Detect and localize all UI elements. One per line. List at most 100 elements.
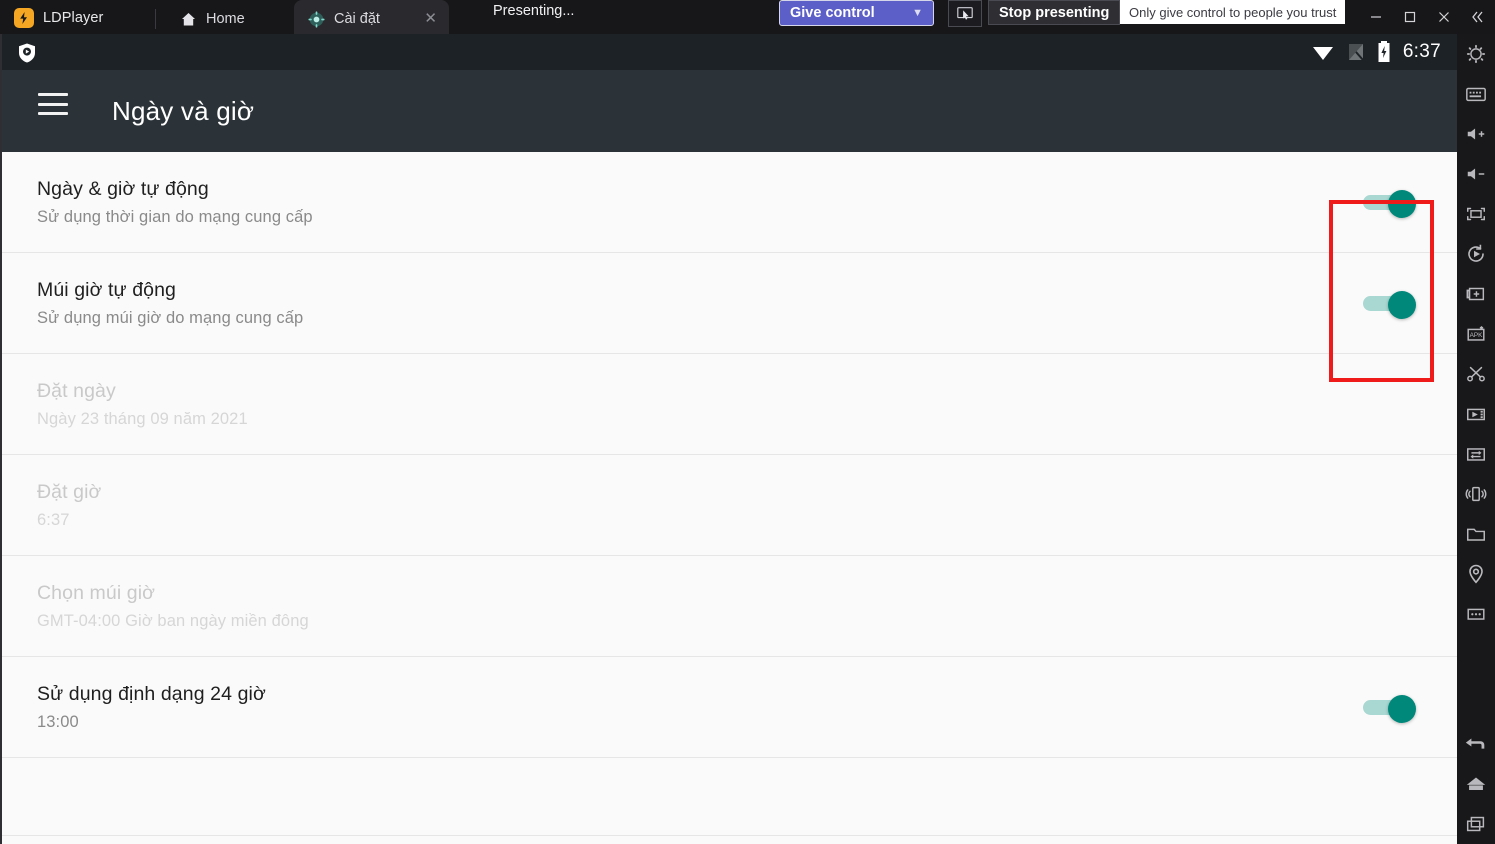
ldplayer-logo-icon	[14, 8, 34, 28]
list-item-set-date: Đặt ngày Ngày 23 tháng 09 năm 2021	[2, 354, 1459, 455]
shake-device-icon	[1465, 486, 1487, 502]
sidebar-item-fullscreen[interactable]	[1457, 194, 1495, 234]
maximize-button[interactable]	[1393, 0, 1427, 34]
sidebar-item-add-screen[interactable]	[1457, 274, 1495, 314]
collapse-button[interactable]	[1461, 0, 1495, 34]
give-cursor-control-icon	[957, 6, 973, 20]
app-brand: LDPlayer	[14, 8, 103, 28]
toggle-auto-datetime[interactable]	[1363, 190, 1419, 218]
sidebar-item-screenshot[interactable]	[1457, 354, 1495, 394]
maximize-icon	[1404, 11, 1416, 23]
give-cursor-control-button[interactable]	[948, 0, 982, 27]
window-controls	[1359, 0, 1495, 34]
close-button[interactable]	[1427, 0, 1461, 34]
screen-root: LDPlayer Home Cài đặt ✕ Presenting... Gi…	[0, 0, 1495, 844]
android-screen: 6:37 Ngày và giờ Ngày & giờ tự động Sử d…	[0, 34, 1459, 844]
scissors-screenshot-icon	[1467, 366, 1485, 382]
trust-tooltip: Only give control to people you trust	[1120, 0, 1346, 24]
location-pin-icon	[1469, 564, 1483, 584]
android-statusbar: 6:37	[2, 34, 1459, 70]
back-icon	[1465, 738, 1485, 749]
app-name-label: LDPlayer	[43, 10, 104, 26]
list-empty-row	[2, 836, 1459, 844]
fullscreen-icon	[1467, 207, 1485, 221]
sidebar-item-home[interactable]	[1457, 764, 1495, 804]
list-item-subtitle: Ngày 23 tháng 09 năm 2021	[37, 409, 248, 428]
tab-divider	[155, 9, 156, 29]
toggle-auto-timezone[interactable]	[1363, 291, 1419, 319]
app-bar: Ngày và giờ	[2, 70, 1459, 152]
shield-play-icon	[16, 42, 38, 69]
toggle-thumb	[1388, 695, 1416, 723]
statusbar-indicators: 6:37	[1311, 34, 1441, 70]
sidebar-item-volume-down[interactable]	[1457, 154, 1495, 194]
tab-home-label: Home	[206, 11, 245, 27]
sidebar-item-keyboard[interactable]	[1457, 74, 1495, 114]
toggle-24h-format[interactable]	[1363, 695, 1419, 723]
minimize-button[interactable]	[1359, 0, 1393, 34]
toggle-thumb	[1388, 291, 1416, 319]
list-item-auto-datetime[interactable]: Ngày & giờ tự động Sử dụng thời gian do …	[2, 152, 1459, 253]
sidebar-item-install-apk[interactable]: APK	[1457, 314, 1495, 354]
sidebar-item-video-record[interactable]	[1457, 394, 1495, 434]
close-icon[interactable]: ✕	[424, 11, 437, 27]
home-icon	[180, 11, 197, 28]
list-item-title: Ngày & giờ tự động	[37, 177, 209, 200]
settings-gear-icon	[1466, 44, 1486, 64]
page-title: Ngày và giờ	[112, 95, 255, 126]
sidebar-item-volume-up[interactable]	[1457, 114, 1495, 154]
video-record-icon	[1467, 408, 1485, 421]
list-item-24h-format[interactable]: Sử dụng định dạng 24 giờ 13:00	[2, 657, 1459, 758]
settings-list: Ngày & giờ tự động Sử dụng thời gian do …	[2, 152, 1459, 844]
sidebar-item-folder[interactable]	[1457, 514, 1495, 554]
file-transfer-icon	[1467, 448, 1485, 461]
add-screen-icon	[1466, 287, 1485, 301]
sidebar-item-more[interactable]	[1457, 594, 1495, 634]
rotate-screen-icon	[1468, 244, 1484, 262]
toggle-thumb	[1388, 190, 1416, 218]
folder-icon	[1467, 528, 1485, 541]
list-item-title: Sử dụng định dạng 24 giờ	[37, 682, 266, 705]
volume-down-icon	[1467, 168, 1485, 180]
list-item-title: Múi giờ tự động	[37, 278, 176, 301]
battery-charging-icon	[1377, 41, 1391, 63]
sidebar-item-rotate-screen[interactable]	[1457, 234, 1495, 274]
stop-presenting-button[interactable]: Stop presenting	[988, 0, 1121, 25]
sidebar-item-back[interactable]	[1457, 724, 1495, 764]
volume-up-icon	[1467, 128, 1485, 140]
double-chevron-left-icon	[1472, 11, 1483, 23]
hamburger-menu-icon[interactable]	[38, 93, 68, 115]
list-item-select-timezone: Chọn múi giờ GMT-04:00 Giờ ban ngày miền…	[2, 556, 1459, 657]
list-item-subtitle: Sử dụng thời gian do mạng cung cấp	[37, 207, 313, 226]
list-item-set-time: Đặt giờ 6:37	[2, 455, 1459, 556]
more-options-icon	[1467, 608, 1485, 620]
statusbar-clock: 6:37	[1402, 41, 1441, 62]
list-item-subtitle: 6:37	[37, 510, 70, 529]
list-item-subtitle: Sử dụng múi giờ do mạng cung cấp	[37, 308, 304, 327]
sidebar-item-settings-gear[interactable]	[1457, 34, 1495, 74]
no-sim-icon	[1347, 42, 1365, 62]
list-item-title: Đặt giờ	[37, 480, 102, 503]
home-icon	[1466, 777, 1486, 790]
tab-settings-label: Cài đặt	[334, 11, 380, 27]
sidebar-item-location[interactable]	[1457, 554, 1495, 594]
sidebar-item-file-transfer[interactable]	[1457, 434, 1495, 474]
list-item-subtitle: 13:00	[37, 712, 79, 731]
sidebar-item-recent-apps[interactable]	[1457, 804, 1495, 844]
stop-presenting-label: Stop presenting	[999, 4, 1110, 21]
give-control-button[interactable]: Give control ▼	[779, 0, 934, 26]
svg-text:APK: APK	[1470, 332, 1484, 339]
trust-tooltip-label: Only give control to people you trust	[1129, 4, 1337, 20]
emulator-sidebar: APK	[1457, 34, 1495, 844]
wifi-icon	[1311, 42, 1335, 62]
gear-icon	[308, 10, 325, 28]
sidebar-item-shake-device[interactable]	[1457, 474, 1495, 514]
presenting-status: Presenting...	[493, 3, 575, 19]
tab-settings[interactable]: Cài đặt ✕	[294, 0, 449, 38]
give-control-label: Give control	[790, 5, 875, 21]
close-icon	[1439, 12, 1449, 22]
tab-home[interactable]: Home	[166, 0, 259, 38]
list-item-auto-timezone[interactable]: Múi giờ tự động Sử dụng múi giờ do mạng …	[2, 253, 1459, 354]
chevron-down-icon: ▼	[912, 7, 923, 19]
install-apk-icon: APK	[1467, 326, 1485, 341]
